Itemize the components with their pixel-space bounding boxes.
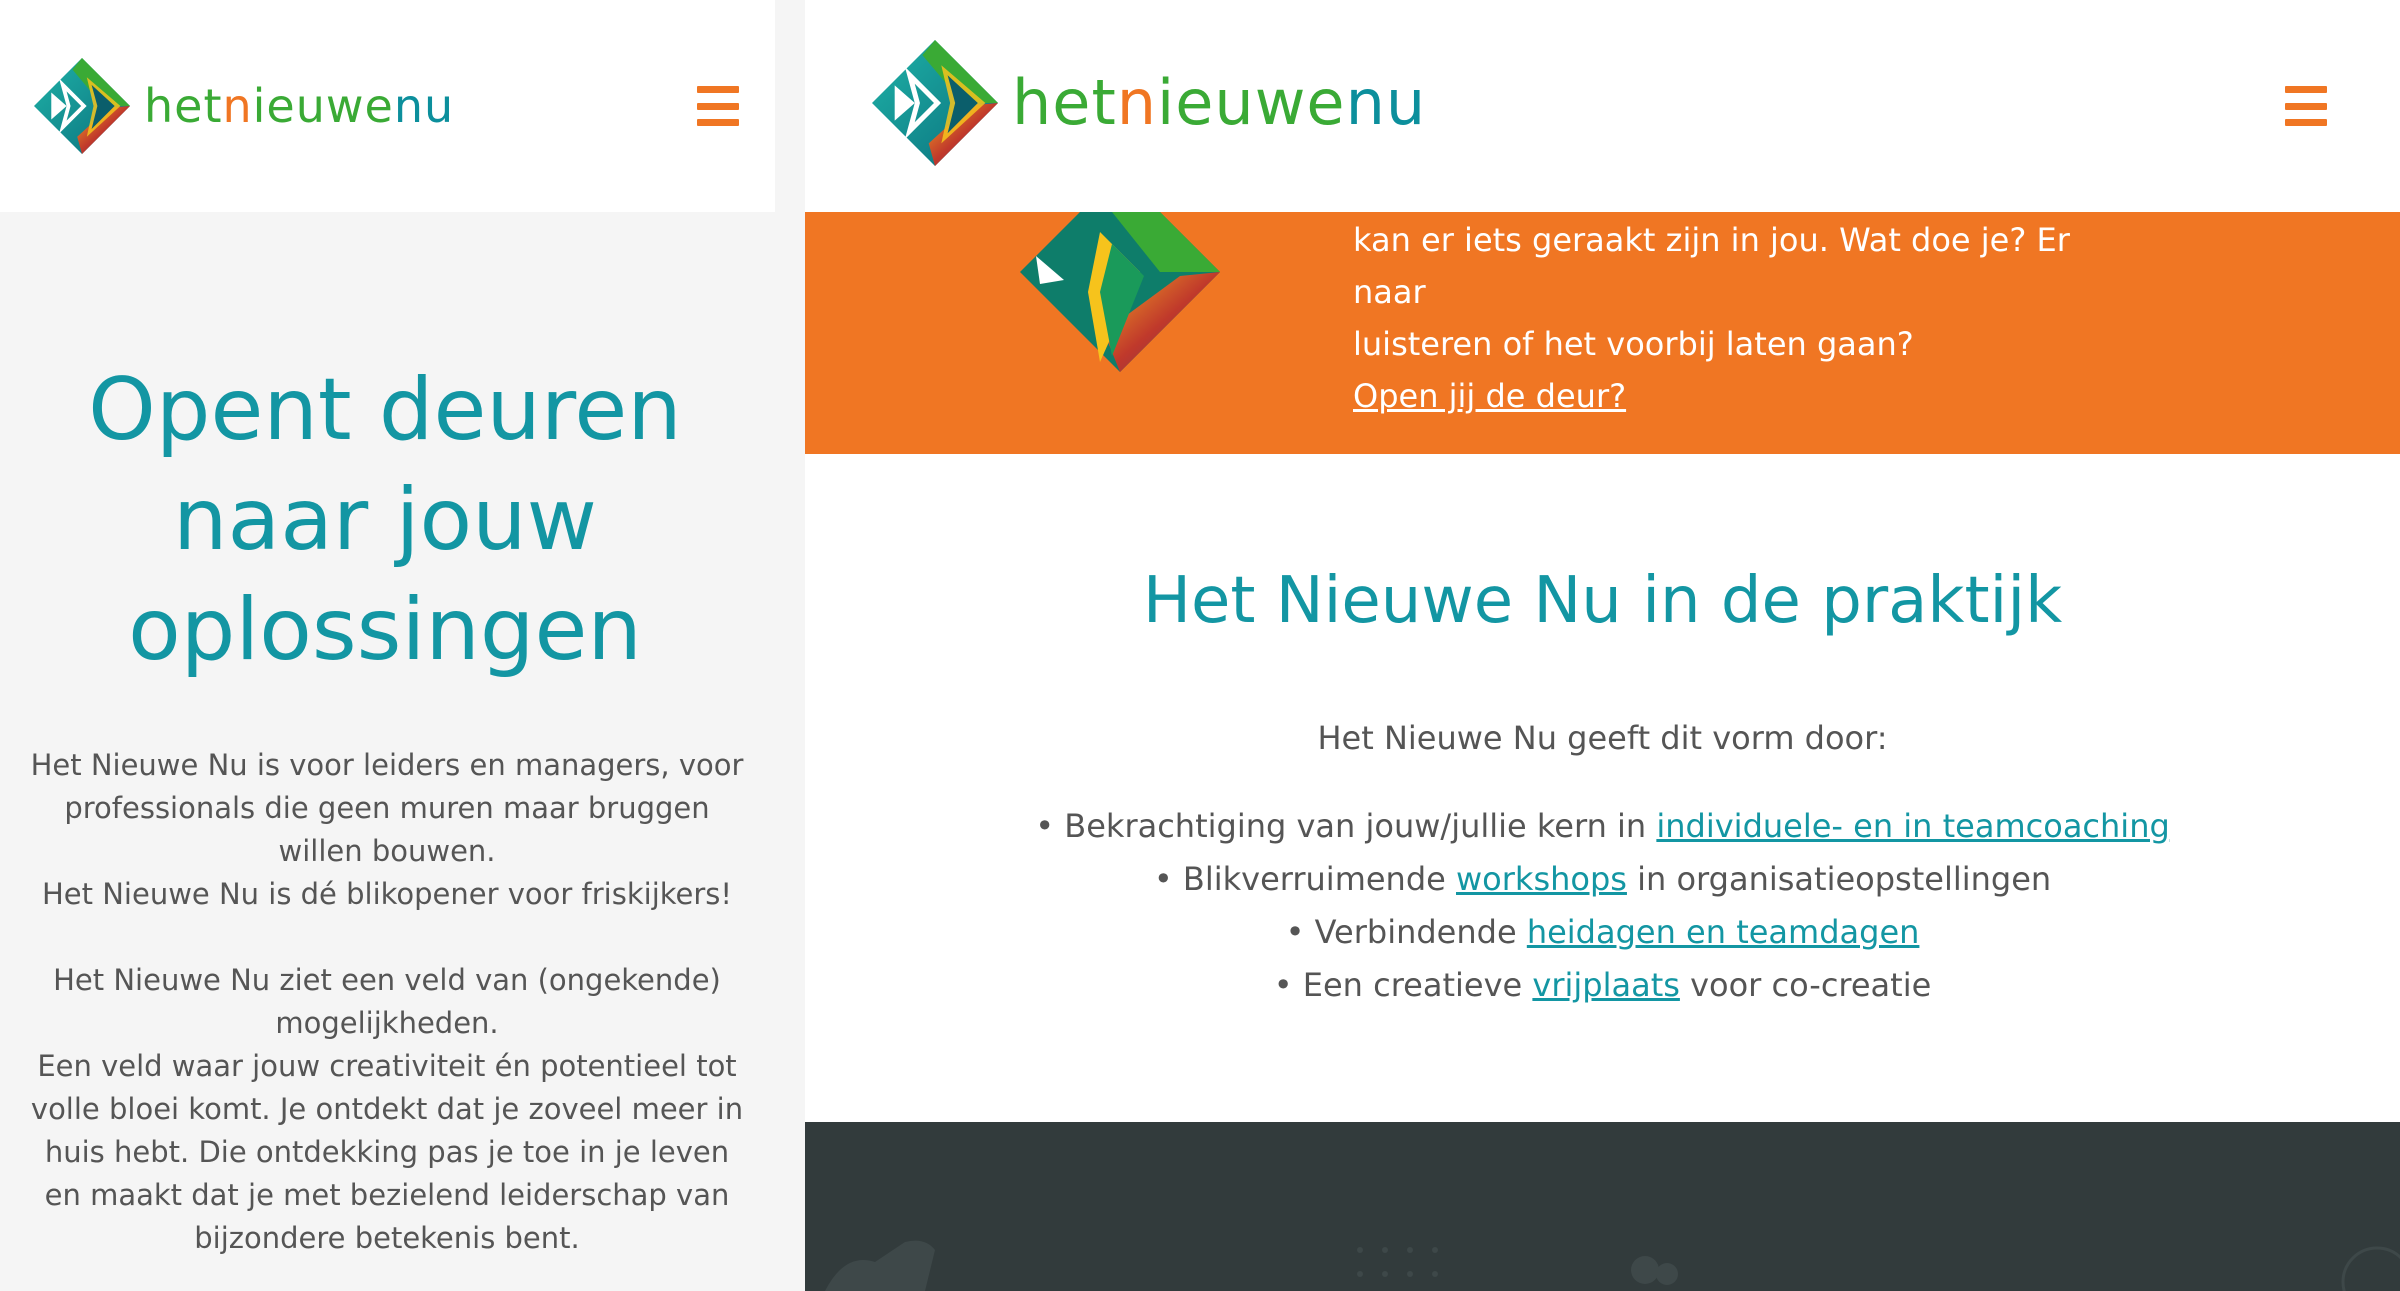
- hamburger-menu-icon[interactable]: [2285, 86, 2327, 126]
- list-item: • Verbindende heidagen en teamdagen: [1285, 913, 1920, 951]
- banner-text: kan er iets geraakt zijn in jou. Wat doe…: [1353, 221, 2070, 415]
- heidagen-link[interactable]: heidagen en teamdagen: [1527, 913, 1920, 951]
- intro-text: Het Nieuwe Nu is voor leiders en manager…: [30, 744, 744, 1260]
- list-item: • Blikverruimende workshops in organisat…: [1153, 860, 2052, 898]
- logo-link[interactable]: hetnieuwenu: [872, 40, 1426, 166]
- mobile-header: hetnieuwenu: [0, 0, 775, 212]
- dark-footer-band: [805, 1122, 2400, 1291]
- section-title: Het Nieuwe Nu in de praktijk: [1142, 564, 2063, 638]
- list-item: • Een creatieve vrijplaats voor co-creat…: [1273, 966, 1932, 1004]
- intro-paragraph: Het Nieuwe Nu is voor leiders en manager…: [30, 748, 744, 868]
- list-item: • Bekrachtiging van jouw/jullie kern in …: [1035, 807, 2170, 845]
- intro-paragraph: Een veld waar jouw creativiteit én poten…: [30, 1049, 744, 1255]
- diamond-arrow-logo-icon: [34, 58, 130, 154]
- logo-wordmark: hetnieuwenu: [144, 79, 455, 133]
- desktop-header: hetnieuwenu: [805, 0, 2400, 212]
- hero-title: Opent deuren naar jouw oplossingen: [88, 360, 682, 680]
- decorative-diamond-icon: [1020, 212, 1220, 372]
- logo-link[interactable]: hetnieuwenu: [34, 58, 454, 154]
- intro-paragraph: Het Nieuwe Nu is dé blikopener voor fris…: [41, 877, 733, 911]
- view-divider: [775, 0, 805, 212]
- open-door-link[interactable]: Open jij de deur?: [1353, 377, 1626, 415]
- mobile-view: hetnieuwenu Opent deuren naar jouw oplos…: [0, 0, 805, 1291]
- hamburger-menu-icon[interactable]: [697, 86, 739, 126]
- intro-paragraph: Het Nieuwe Nu ziet een veld van (ongeken…: [53, 963, 721, 1040]
- footer-pattern-icon: [825, 1240, 2400, 1291]
- desktop-view: hetnieuwenu kan er iets geraakt zijn in …: [805, 0, 2400, 1291]
- services-list: • Bekrachtiging van jouw/jullie kern in …: [805, 800, 2400, 1012]
- diamond-arrow-logo-icon: [872, 40, 998, 166]
- workshops-link[interactable]: workshops: [1456, 860, 1627, 898]
- orange-banner: kan er iets geraakt zijn in jou. Wat doe…: [805, 212, 2400, 454]
- section-intro: Het Nieuwe Nu geeft dit vorm door:: [1317, 719, 1888, 757]
- vrijplaats-link[interactable]: vrijplaats: [1532, 966, 1680, 1004]
- coaching-link[interactable]: individuele- en in teamcoaching: [1656, 807, 2169, 845]
- logo-wordmark: hetnieuwenu: [1012, 66, 1427, 139]
